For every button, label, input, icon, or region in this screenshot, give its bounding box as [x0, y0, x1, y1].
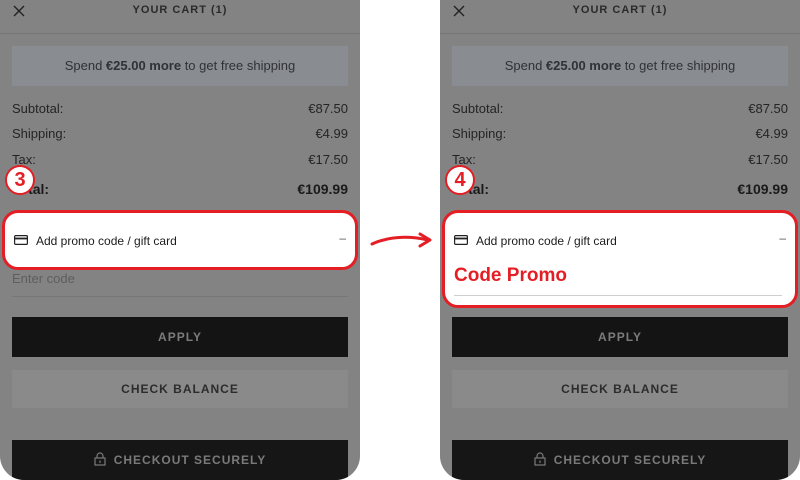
total-row: Total: €109.99: [12, 181, 348, 199]
cart-title: YOUR CART (1): [572, 4, 668, 16]
step-badge: 4: [445, 165, 475, 195]
credit-card-icon: [454, 235, 468, 245]
checkout-label: CHECKOUT SECURELY: [113, 453, 267, 467]
banner-prefix: Spend: [504, 58, 546, 73]
shipping-label: Shipping:: [452, 126, 507, 141]
cart-panel-step-3: YOUR CART (1) Spend €25.00 more to get f…: [0, 0, 360, 480]
cart-header: YOUR CART (1): [440, 0, 800, 22]
checkout-button[interactable]: CHECKOUT SECURELY: [12, 440, 348, 480]
banner-amount: €25.00 more: [105, 58, 182, 73]
check-balance-button[interactable]: CHECK BALANCE: [452, 370, 788, 408]
promo-highlight-box[interactable]: Add promo code / gift card –: [2, 210, 358, 270]
credit-card-icon: [14, 235, 28, 245]
banner-amount: €25.00 more: [545, 58, 622, 73]
subtotal-label: Subtotal:: [452, 101, 504, 116]
subtotal-row: Subtotal: €87.50: [452, 101, 788, 119]
free-shipping-banner: Spend €25.00 more to get free shipping: [12, 46, 348, 86]
collapse-toggle[interactable]: –: [339, 231, 346, 245]
promo-toggle-label[interactable]: Add promo code / gift card: [476, 234, 617, 248]
shipping-value: €4.99: [315, 126, 348, 141]
header-divider: [0, 33, 360, 34]
input-underline: [12, 296, 348, 297]
promo-highlight-box[interactable]: Add promo code / gift card – Code Promo: [442, 210, 798, 308]
apply-button[interactable]: APPLY: [452, 317, 788, 357]
subtotal-row: Subtotal: €87.50: [12, 101, 348, 119]
tax-row: Tax: €17.50: [452, 152, 788, 170]
total-value: €109.99: [737, 181, 788, 197]
input-underline: [454, 295, 782, 296]
shipping-row: Shipping: €4.99: [12, 126, 348, 144]
header-divider: [440, 33, 800, 34]
subtotal-value: €87.50: [748, 101, 788, 116]
shipping-value: €4.99: [755, 126, 788, 141]
cart-title: YOUR CART (1): [132, 4, 228, 16]
lock-icon: [534, 452, 546, 466]
banner-suffix: to get free shipping: [621, 58, 736, 73]
promo-callout-label: Code Promo: [454, 265, 567, 286]
banner-prefix: Spend: [64, 58, 106, 73]
total-value: €109.99: [297, 181, 348, 197]
tax-value: €17.50: [308, 152, 348, 167]
apply-button[interactable]: APPLY: [12, 317, 348, 357]
subtotal-value: €87.50: [308, 101, 348, 116]
check-balance-button[interactable]: CHECK BALANCE: [12, 370, 348, 408]
total-row: Total: €109.99: [452, 181, 788, 199]
arrow-right-icon: [370, 232, 432, 248]
step-badge: 3: [5, 165, 35, 195]
lock-icon: [94, 452, 106, 466]
free-shipping-banner: Spend €25.00 more to get free shipping: [452, 46, 788, 86]
collapse-toggle[interactable]: –: [779, 231, 786, 245]
promo-toggle-label[interactable]: Add promo code / gift card: [36, 234, 177, 248]
shipping-label: Shipping:: [12, 126, 67, 141]
subtotal-label: Subtotal:: [12, 101, 64, 116]
banner-suffix: to get free shipping: [181, 58, 296, 73]
shipping-row: Shipping: €4.99: [452, 126, 788, 144]
cart-header: YOUR CART (1): [0, 0, 360, 22]
promo-code-input[interactable]: Enter code: [12, 271, 75, 286]
cart-panel-step-4: YOUR CART (1) Spend €25.00 more to get f…: [440, 0, 800, 480]
tax-row: Tax: €17.50: [12, 152, 348, 170]
checkout-label: CHECKOUT SECURELY: [553, 453, 707, 467]
tax-value: €17.50: [748, 152, 788, 167]
checkout-button[interactable]: CHECKOUT SECURELY: [452, 440, 788, 480]
